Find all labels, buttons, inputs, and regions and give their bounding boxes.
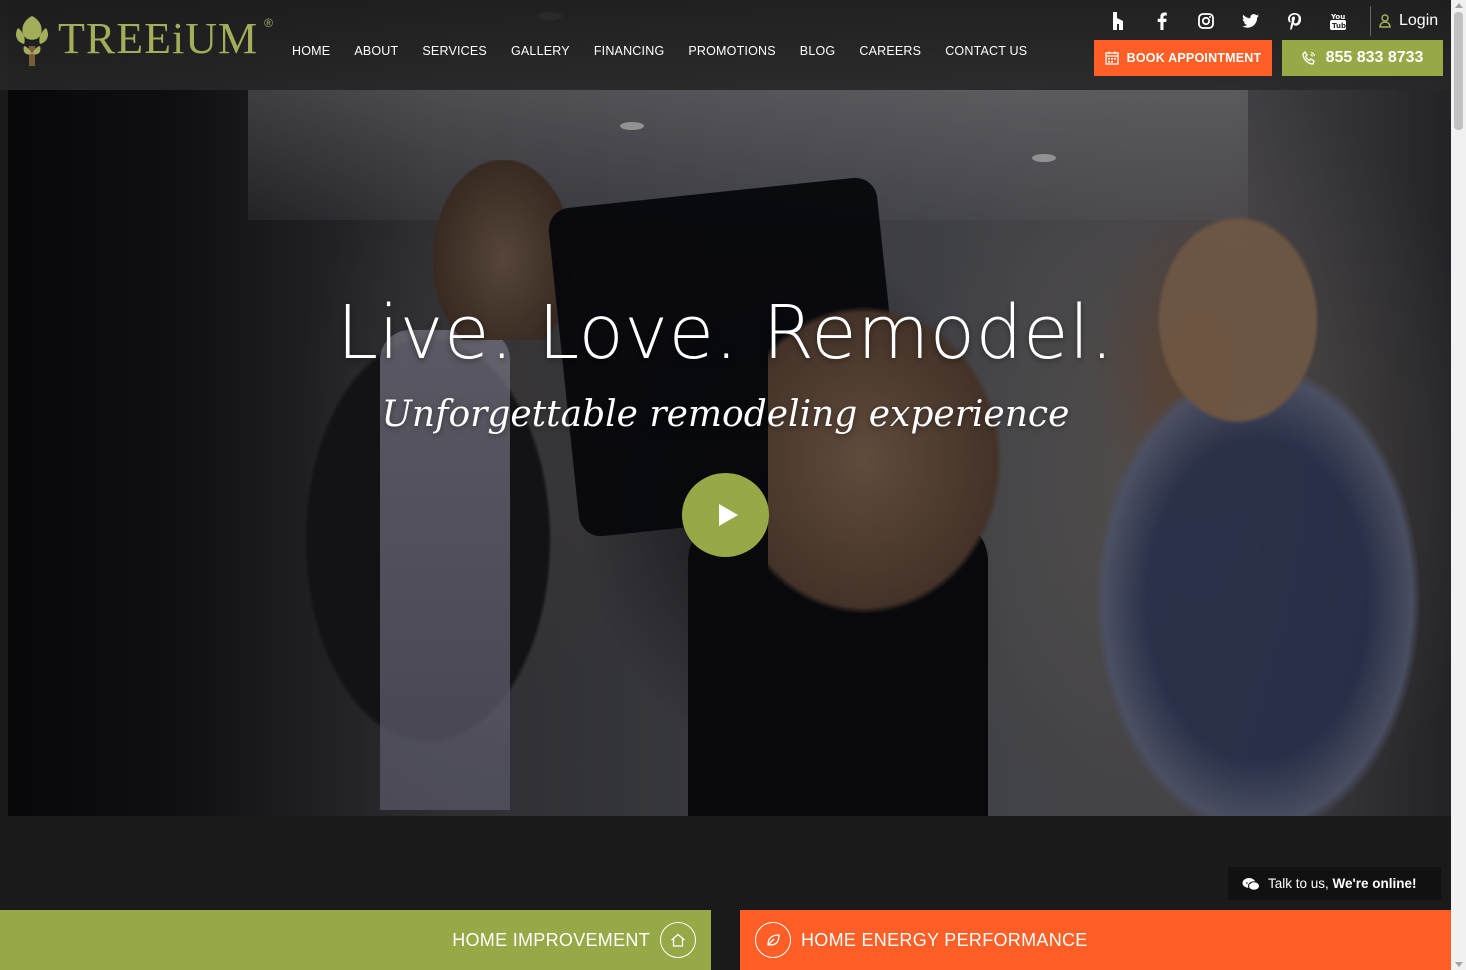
chat-bubbles-icon	[1242, 877, 1260, 891]
book-appointment-button[interactable]: BOOK APPOINTMENT	[1094, 40, 1272, 76]
chat-prefix: Talk to us,	[1268, 876, 1333, 891]
nav-item-gallery[interactable]: GALLERY	[511, 44, 570, 58]
pinterest-icon[interactable]	[1272, 9, 1316, 33]
brand-name: TREEiUM	[58, 14, 259, 63]
social-links: YouTube Login	[1096, 6, 1438, 36]
chat-label: Talk to us, We're online!	[1268, 876, 1417, 891]
nav-item-about[interactable]: ABOUT	[354, 44, 398, 58]
page-scrollbar[interactable]	[1451, 0, 1466, 970]
nav-item-financing[interactable]: FINANCING	[594, 44, 665, 58]
twitter-icon[interactable]	[1228, 9, 1272, 33]
leaf-icon	[755, 922, 791, 958]
hero-headline: Live. Love. Remodel.	[336, 290, 1115, 376]
home-improvement-panel[interactable]: HOME IMPROVEMENT	[0, 910, 711, 970]
divider	[1370, 6, 1371, 36]
hero-subheadline: Unforgettable remodeling experience	[381, 394, 1070, 435]
home-improvement-label: HOME IMPROVEMENT	[452, 929, 650, 950]
registered-mark: ®	[264, 16, 273, 30]
brand-logo[interactable]: TREEiUM ®	[12, 10, 273, 68]
phone-call-button[interactable]: 855 833 8733	[1282, 40, 1443, 76]
chat-status: We're online!	[1332, 876, 1417, 891]
phone-number: 855 833 8733	[1325, 49, 1424, 66]
play-video-button[interactable]	[682, 473, 769, 557]
calendar-icon	[1105, 51, 1119, 65]
home-energy-performance-panel[interactable]: HOME ENERGY PERFORMANCE	[740, 910, 1451, 970]
main-nav: HOME ABOUT SERVICES GALLERY FINANCING PR…	[292, 44, 1051, 58]
scroll-up-icon[interactable]	[1455, 3, 1463, 8]
house-icon	[660, 922, 696, 958]
login-link[interactable]: Login	[1379, 12, 1438, 30]
instagram-icon[interactable]	[1184, 9, 1228, 33]
facebook-icon[interactable]	[1140, 9, 1184, 33]
nav-item-contact-us[interactable]: CONTACT US	[945, 44, 1027, 58]
live-chat-widget[interactable]: Talk to us, We're online!	[1228, 867, 1441, 900]
home-energy-performance-label: HOME ENERGY PERFORMANCE	[801, 929, 1088, 950]
scroll-down-icon[interactable]	[1455, 962, 1463, 967]
nav-item-careers[interactable]: CAREERS	[859, 44, 921, 58]
login-label: Login	[1399, 12, 1439, 29]
nav-item-services[interactable]: SERVICES	[422, 44, 487, 58]
houzz-icon[interactable]	[1096, 9, 1140, 33]
svg-text:Tube: Tube	[1332, 22, 1346, 30]
phone-icon	[1301, 51, 1315, 65]
nav-item-promotions[interactable]: PROMOTIONS	[688, 44, 775, 58]
youtube-icon[interactable]: YouTube	[1316, 9, 1360, 33]
svg-text:You: You	[1330, 13, 1345, 21]
tree-icon	[12, 10, 52, 68]
play-icon	[718, 504, 738, 526]
site-header: TREEiUM ® HOME ABOUT SERVICES GALLERY FI…	[0, 0, 1451, 90]
book-appointment-label: BOOK APPOINTMENT	[1126, 51, 1262, 65]
user-icon	[1379, 14, 1391, 28]
scrollbar-thumb[interactable]	[1454, 12, 1463, 130]
nav-item-home[interactable]: HOME	[292, 44, 330, 58]
nav-item-blog[interactable]: BLOG	[800, 44, 836, 58]
